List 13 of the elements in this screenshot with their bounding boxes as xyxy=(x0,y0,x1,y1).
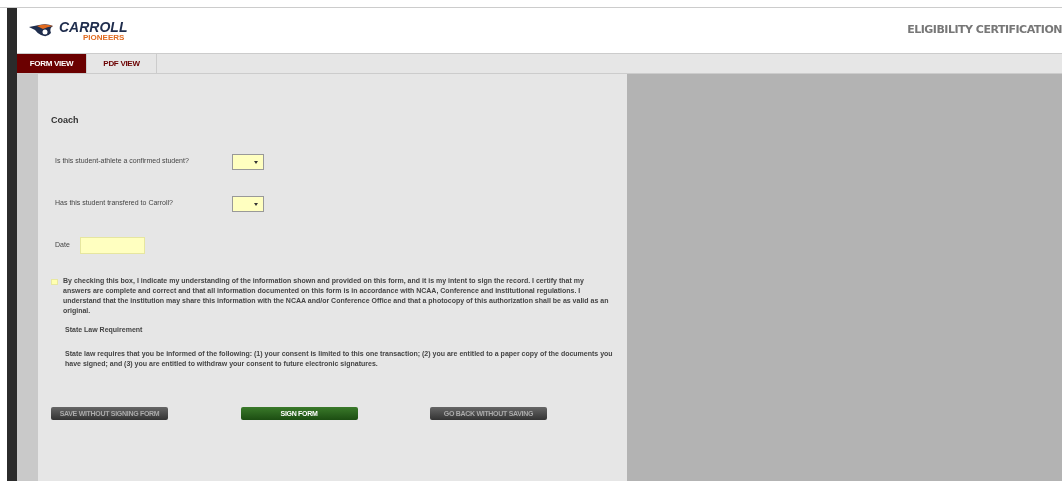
dropdown[interactable] xyxy=(232,195,264,212)
page-title: ELIGIBILITY CERTIFICATION xyxy=(907,22,1062,39)
checkbox[interactable] xyxy=(51,278,58,285)
section-title: Coach xyxy=(51,114,80,127)
logo-icon xyxy=(29,23,55,38)
caret-icon xyxy=(254,160,258,164)
dropdown[interactable] xyxy=(232,153,264,170)
logo-text: CARROLL xyxy=(59,19,128,34)
tab[interactable]: PDF VIEW xyxy=(87,54,157,73)
caret-icon xyxy=(254,202,258,206)
tab[interactable]: FORM VIEW xyxy=(17,54,87,73)
logo-subtitle: PIONEERS xyxy=(83,33,126,42)
date-field[interactable] xyxy=(79,237,145,254)
